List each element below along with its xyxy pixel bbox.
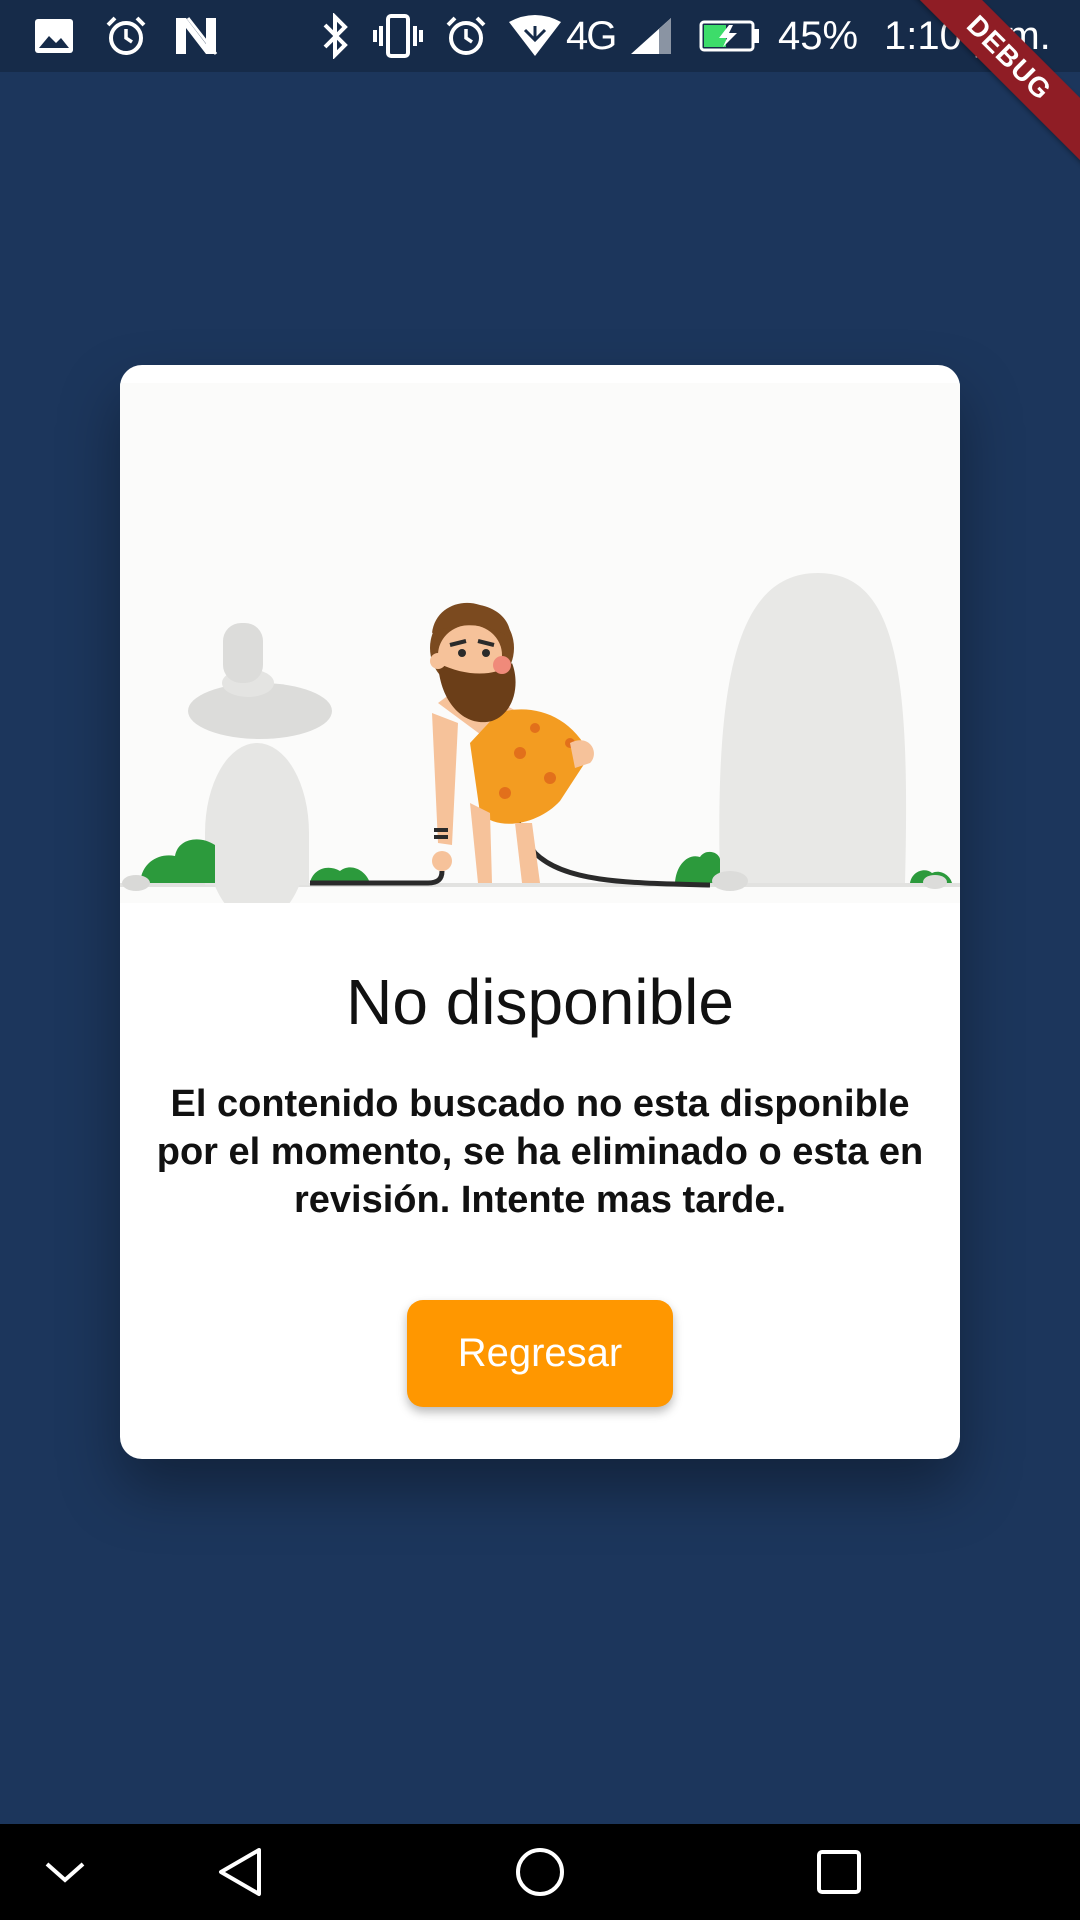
- wifi-icon: [506, 0, 564, 72]
- recents-icon[interactable]: [804, 1824, 874, 1920]
- home-icon[interactable]: [504, 1824, 576, 1920]
- alarm-icon: [104, 0, 148, 72]
- network-type-label: 4G: [566, 14, 617, 58]
- vibrate-icon: [372, 0, 424, 72]
- status-bar: 4G 45% 1:10 p.m.: [0, 0, 1080, 72]
- dialog-message: El contenido buscado no esta disponible …: [156, 1083, 924, 1221]
- caveman-illustration: [120, 383, 960, 923]
- alarm-icon: [444, 0, 488, 72]
- bluetooth-icon: [316, 0, 356, 72]
- image-icon: [32, 0, 76, 72]
- back-button[interactable]: Regresar: [407, 1300, 673, 1407]
- navigation-bar: [0, 1824, 1080, 1920]
- battery-charging-icon: [698, 0, 762, 72]
- back-icon[interactable]: [205, 1824, 275, 1920]
- unavailable-dialog: No disponible El contenido buscado no es…: [120, 365, 960, 1459]
- n-notification-icon: [174, 0, 218, 72]
- battery-percent: 45%: [778, 14, 859, 58]
- chevron-down-icon[interactable]: [30, 1824, 100, 1920]
- signal-icon: [628, 0, 674, 72]
- dialog-title: No disponible: [346, 966, 734, 1038]
